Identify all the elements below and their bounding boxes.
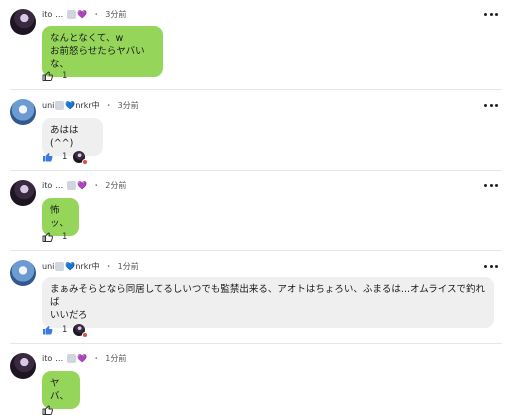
avatar[interactable] — [10, 353, 36, 379]
comment-meta: ito … 💜 ・ 3分前 — [42, 7, 126, 21]
like-count: 1 — [62, 71, 68, 81]
reactor-avatar[interactable] — [73, 151, 89, 165]
more-options-icon[interactable] — [484, 9, 498, 19]
username[interactable]: ito — [42, 181, 52, 190]
like-row — [42, 403, 62, 417]
badge-icon — [55, 261, 65, 271]
like-count: 1 — [62, 232, 68, 242]
reaction-icon — [82, 159, 89, 165]
more-options-icon[interactable] — [484, 180, 498, 190]
like-row: 1 — [42, 230, 67, 244]
divider — [10, 250, 502, 251]
comment-meta: ito … 💜 ・ 2分前 — [42, 178, 126, 192]
timestamp: 3分前 — [117, 100, 139, 110]
avatar[interactable] — [10, 99, 36, 125]
username-suffix: … — [55, 180, 64, 190]
heart-icon: 💜 — [77, 353, 88, 363]
username-suffix: … — [55, 353, 64, 363]
like-row: 1 — [42, 69, 67, 83]
like-count: 1 — [62, 152, 68, 162]
badge-icon — [67, 180, 77, 190]
like-row: 1 — [42, 323, 89, 338]
thumbs-up-filled-icon[interactable] — [42, 324, 54, 336]
avatar[interactable] — [10, 9, 36, 35]
separator: ・ — [104, 100, 113, 110]
comment-meta: ito … 💜 ・ 1分前 — [42, 351, 126, 365]
thumbs-up-icon[interactable] — [42, 404, 54, 416]
thumbs-up-filled-icon[interactable] — [42, 151, 54, 163]
divider — [10, 343, 502, 344]
timestamp: 1分前 — [105, 353, 127, 363]
divider — [10, 170, 502, 171]
badge-icon — [55, 100, 65, 110]
username-suffix: nrkr中 — [75, 100, 100, 110]
heart-icon: 💙 — [65, 100, 76, 110]
badge-icon — [67, 9, 77, 19]
timestamp: 3分前 — [105, 9, 127, 19]
like-row: 1 — [42, 150, 89, 165]
heart-icon: 💙 — [65, 261, 76, 271]
badge-icon — [67, 353, 77, 363]
avatar[interactable] — [10, 260, 36, 286]
separator: ・ — [92, 353, 101, 363]
separator: ・ — [92, 180, 101, 190]
avatar[interactable] — [10, 180, 36, 206]
message-bubble: まぁみそらとなら同居してるしいつでも監禁出来る、アオトはちょろい、ふまるは...… — [42, 277, 494, 328]
more-options-icon[interactable] — [484, 100, 498, 110]
username[interactable]: ito — [42, 10, 52, 19]
reactor-avatar[interactable] — [73, 324, 89, 338]
thumbs-up-icon[interactable] — [42, 231, 54, 243]
username-suffix: nrkr中 — [75, 261, 100, 271]
heart-icon: 💜 — [77, 9, 88, 19]
comment-meta: uni 💙 nrkr中 ・ 1分前 — [42, 259, 139, 273]
divider — [10, 89, 502, 90]
thumbs-up-icon[interactable] — [42, 70, 54, 82]
separator: ・ — [92, 9, 101, 19]
username[interactable]: uni — [42, 262, 54, 271]
separator: ・ — [104, 261, 113, 271]
username-suffix: … — [55, 9, 64, 19]
like-count: 1 — [62, 325, 68, 335]
heart-icon: 💜 — [77, 180, 88, 190]
timestamp: 2分前 — [105, 180, 127, 190]
username[interactable]: ito — [42, 354, 52, 363]
reaction-icon — [82, 332, 89, 338]
more-options-icon[interactable] — [484, 261, 498, 271]
comment-meta: uni 💙 nrkr中 ・ 3分前 — [42, 98, 139, 112]
username[interactable]: uni — [42, 101, 54, 110]
timestamp: 1分前 — [117, 261, 139, 271]
